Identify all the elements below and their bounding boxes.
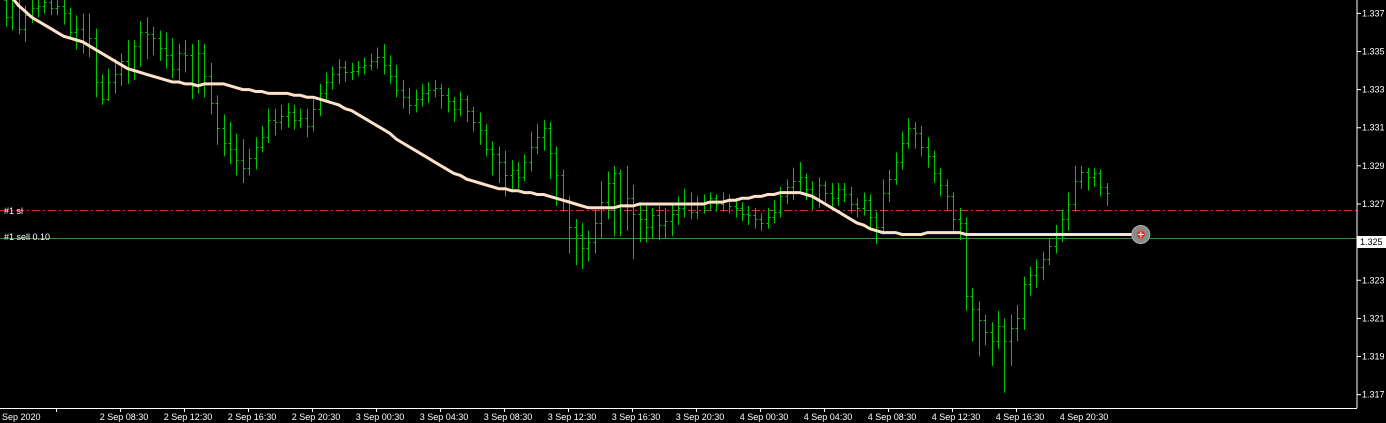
x-tick-label: 2 Sep 20:30 bbox=[292, 412, 341, 422]
y-tick-label: 1.321 bbox=[1362, 313, 1385, 323]
x-tick-label: 4 Sep 12:30 bbox=[932, 412, 981, 422]
x-tick-label: 2 Sep 08:30 bbox=[100, 412, 149, 422]
current-price-label: 1.325 bbox=[1360, 237, 1383, 247]
chart-background bbox=[0, 0, 1386, 423]
sl-level-label: #1 sl bbox=[4, 206, 23, 216]
y-tick-label: 1.317 bbox=[1362, 390, 1385, 400]
x-tick-label: 3 Sep 16:30 bbox=[612, 412, 661, 422]
y-tick-label: 1.337 bbox=[1362, 8, 1385, 18]
y-tick-label: 1.319 bbox=[1362, 352, 1385, 362]
x-tick-label: 4 Sep 00:30 bbox=[740, 412, 789, 422]
current-price-tag: 1.325 bbox=[1357, 236, 1386, 248]
price-chart[interactable]: 1.337 1.335 1.333 1.331 1.329 1.327 1.325 1.323… bbox=[0, 0, 1386, 423]
x-tick-label: 3 Sep 12:30 bbox=[548, 412, 597, 422]
sell-marker-icon[interactable] bbox=[1131, 225, 1151, 245]
y-tick-label: 1.327 bbox=[1362, 199, 1385, 209]
y-tick-label: 1.323 bbox=[1362, 275, 1385, 285]
x-tick-label: Sep 2020 bbox=[2, 412, 41, 422]
y-tick-label: 1.333 bbox=[1362, 85, 1385, 95]
y-tick-label: 1.329 bbox=[1362, 161, 1385, 171]
x-tick-label: 4 Sep 04:30 bbox=[804, 412, 853, 422]
x-tick-label: 2 Sep 12:30 bbox=[164, 412, 213, 422]
order-level-label: #1 sell 0.10 bbox=[4, 232, 50, 242]
x-tick-label: 4 Sep 16:30 bbox=[996, 412, 1045, 422]
x-tick-label: 3 Sep 00:30 bbox=[356, 412, 405, 422]
x-tick-label: 3 Sep 20:30 bbox=[676, 412, 725, 422]
x-tick-label: 4 Sep 08:30 bbox=[868, 412, 917, 422]
y-tick-label: 1.335 bbox=[1362, 46, 1385, 56]
x-tick-label: 2 Sep 16:30 bbox=[228, 412, 277, 422]
y-tick-label: 1.331 bbox=[1362, 123, 1385, 133]
x-tick-label: 3 Sep 08:30 bbox=[484, 412, 533, 422]
x-tick-label: 4 Sep 20:30 bbox=[1060, 412, 1109, 422]
x-tick-label: 3 Sep 04:30 bbox=[420, 412, 469, 422]
